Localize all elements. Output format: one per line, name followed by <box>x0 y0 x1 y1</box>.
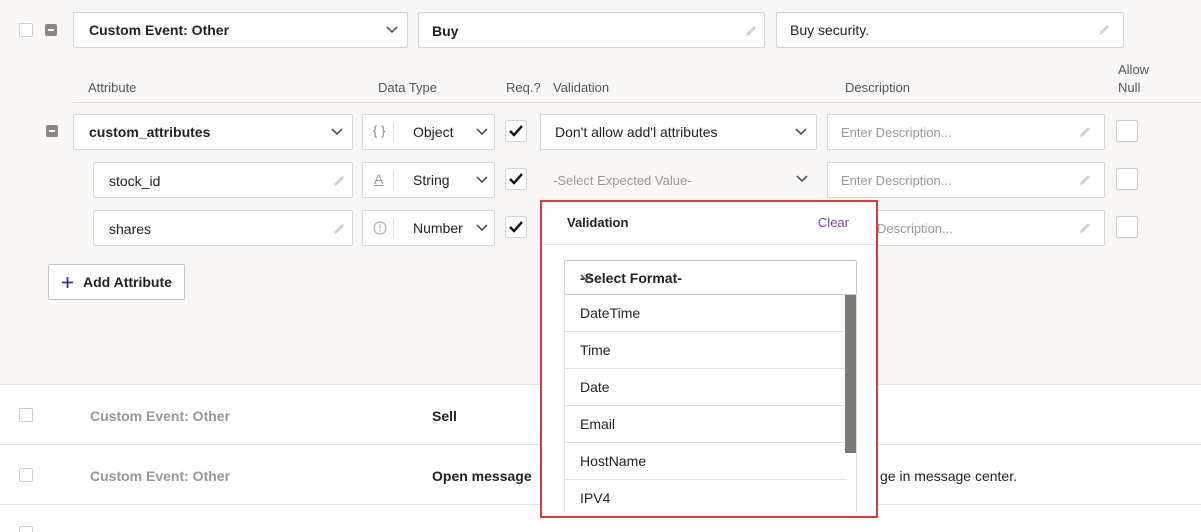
validation-popup: Validation Clear -Select Format- DateTim… <box>540 200 878 518</box>
allow-null-checkbox[interactable] <box>1116 120 1138 142</box>
data-type-value: Number <box>413 220 463 236</box>
attribute-name-value: stock_id <box>109 173 161 189</box>
format-select-label: -Select Format- <box>580 270 682 286</box>
data-type-select[interactable]: { } Object <box>362 114 495 150</box>
type-separator <box>393 171 394 191</box>
required-checkbox[interactable] <box>505 168 527 190</box>
validation-value: Don't allow add'l attributes <box>555 124 718 140</box>
pencil-icon <box>1097 23 1111 37</box>
plus-icon <box>61 276 74 292</box>
type-separator <box>393 219 394 239</box>
header-allow-null-line2: Null <box>1118 80 1141 95</box>
format-option-time[interactable]: Time <box>565 332 847 369</box>
chevron-down-icon <box>795 128 807 138</box>
header-attribute: Attribute <box>88 80 137 95</box>
pencil-icon <box>1078 221 1092 235</box>
event-type-select[interactable]: Custom Event: Other <box>73 12 408 48</box>
event-name: Sell <box>432 408 457 424</box>
validation-select-open[interactable]: -Select Expected Value- <box>540 162 817 198</box>
collapse-attribute-icon[interactable] <box>46 125 58 137</box>
pencil-icon <box>744 24 758 38</box>
event-name: Open message <box>432 468 532 484</box>
option-label: DateTime <box>580 305 641 321</box>
pencil-icon <box>332 222 346 236</box>
allow-null-checkbox[interactable] <box>1116 168 1138 190</box>
add-attribute-label: Add Attribute <box>83 274 172 290</box>
header-divider <box>73 102 1201 103</box>
event-select-checkbox[interactable] <box>19 408 33 422</box>
attribute-description-input[interactable]: Enter Description... <box>827 162 1105 198</box>
allow-null-checkbox[interactable] <box>1116 216 1138 238</box>
event-type-label: Custom Event: Other <box>89 22 230 38</box>
option-label: Email <box>580 416 616 432</box>
event-name-value: Buy <box>432 23 459 39</box>
chevron-down-icon <box>386 26 398 36</box>
description-placeholder: Description... <box>877 221 953 236</box>
attribute-name-input[interactable]: stock_id <box>93 162 353 198</box>
pencil-icon <box>1078 173 1092 187</box>
option-label: HostName <box>580 453 647 469</box>
chevron-down-icon <box>476 224 488 234</box>
popup-divider <box>542 244 876 245</box>
validation-placeholder: -Select Expected Value- <box>553 173 692 188</box>
event-name-input[interactable]: Buy <box>418 12 765 48</box>
string-type-icon: A <box>374 171 384 187</box>
event-type-label: Custom Event: Other <box>90 468 231 484</box>
description-placeholder: Enter Description... <box>841 173 952 188</box>
option-label: IPV4 <box>580 490 611 506</box>
chevron-down-icon <box>580 274 592 284</box>
event-description: ge in message center. <box>880 468 1017 484</box>
data-type-select[interactable]: A String <box>362 162 495 198</box>
attribute-name-value: custom_attributes <box>89 124 211 140</box>
event-description-input[interactable]: Buy security. <box>776 12 1124 48</box>
collapse-event-icon[interactable] <box>45 24 57 36</box>
option-label: Date <box>580 379 610 395</box>
header-data-type: Data Type <box>378 80 438 95</box>
chevron-down-icon <box>796 175 808 185</box>
event-select-checkbox[interactable] <box>19 23 33 37</box>
attribute-name-input[interactable]: shares <box>93 210 353 246</box>
attribute-name-value: shares <box>109 221 152 237</box>
header-required: Req.? <box>506 80 541 95</box>
attribute-description-input[interactable]: Enter Description... <box>827 114 1105 150</box>
format-options-list[interactable]: DateTime Time Date Email HostName IPV4 <box>564 295 857 512</box>
data-type-value: String <box>413 172 450 188</box>
required-checkbox[interactable] <box>505 120 527 142</box>
braces-icon: { } <box>373 123 386 138</box>
header-validation: Validation <box>553 80 610 95</box>
popup-title: Validation <box>567 215 629 230</box>
event-select-checkbox[interactable] <box>19 526 33 532</box>
chevron-down-icon <box>331 128 343 138</box>
description-placeholder: Enter Description... <box>841 125 952 140</box>
data-type-value: Object <box>413 124 454 140</box>
format-option-ipv4[interactable]: IPV4 <box>565 480 847 512</box>
event-select-checkbox[interactable] <box>19 468 33 482</box>
format-option-email[interactable]: Email <box>565 406 847 443</box>
option-label: Time <box>580 342 611 358</box>
clear-button[interactable]: Clear <box>818 215 849 230</box>
number-type-icon <box>373 221 387 238</box>
attribute-name-select[interactable]: custom_attributes <box>73 114 353 150</box>
header-description: Description <box>845 80 911 95</box>
list-scrollbar[interactable] <box>845 295 856 453</box>
format-option-hostname[interactable]: HostName <box>565 443 847 480</box>
header-allow-null-line1: Allow <box>1118 62 1150 77</box>
data-type-select[interactable]: Number <box>362 210 495 246</box>
format-option-date[interactable]: Date <box>565 369 847 406</box>
format-option-datetime[interactable]: DateTime <box>565 295 847 332</box>
validation-select[interactable]: Don't allow add'l attributes <box>540 114 817 150</box>
chevron-down-icon <box>476 128 488 138</box>
event-description-value: Buy security. <box>790 22 870 38</box>
required-checkbox[interactable] <box>505 216 527 238</box>
format-select[interactable]: -Select Format- <box>564 260 857 295</box>
pencil-icon <box>332 174 346 188</box>
event-type-label: Custom Event: Other <box>90 408 231 424</box>
type-separator <box>393 123 394 143</box>
add-attribute-button[interactable]: Add Attribute <box>48 264 185 300</box>
pencil-icon <box>1078 125 1092 139</box>
chevron-down-icon <box>476 176 488 186</box>
